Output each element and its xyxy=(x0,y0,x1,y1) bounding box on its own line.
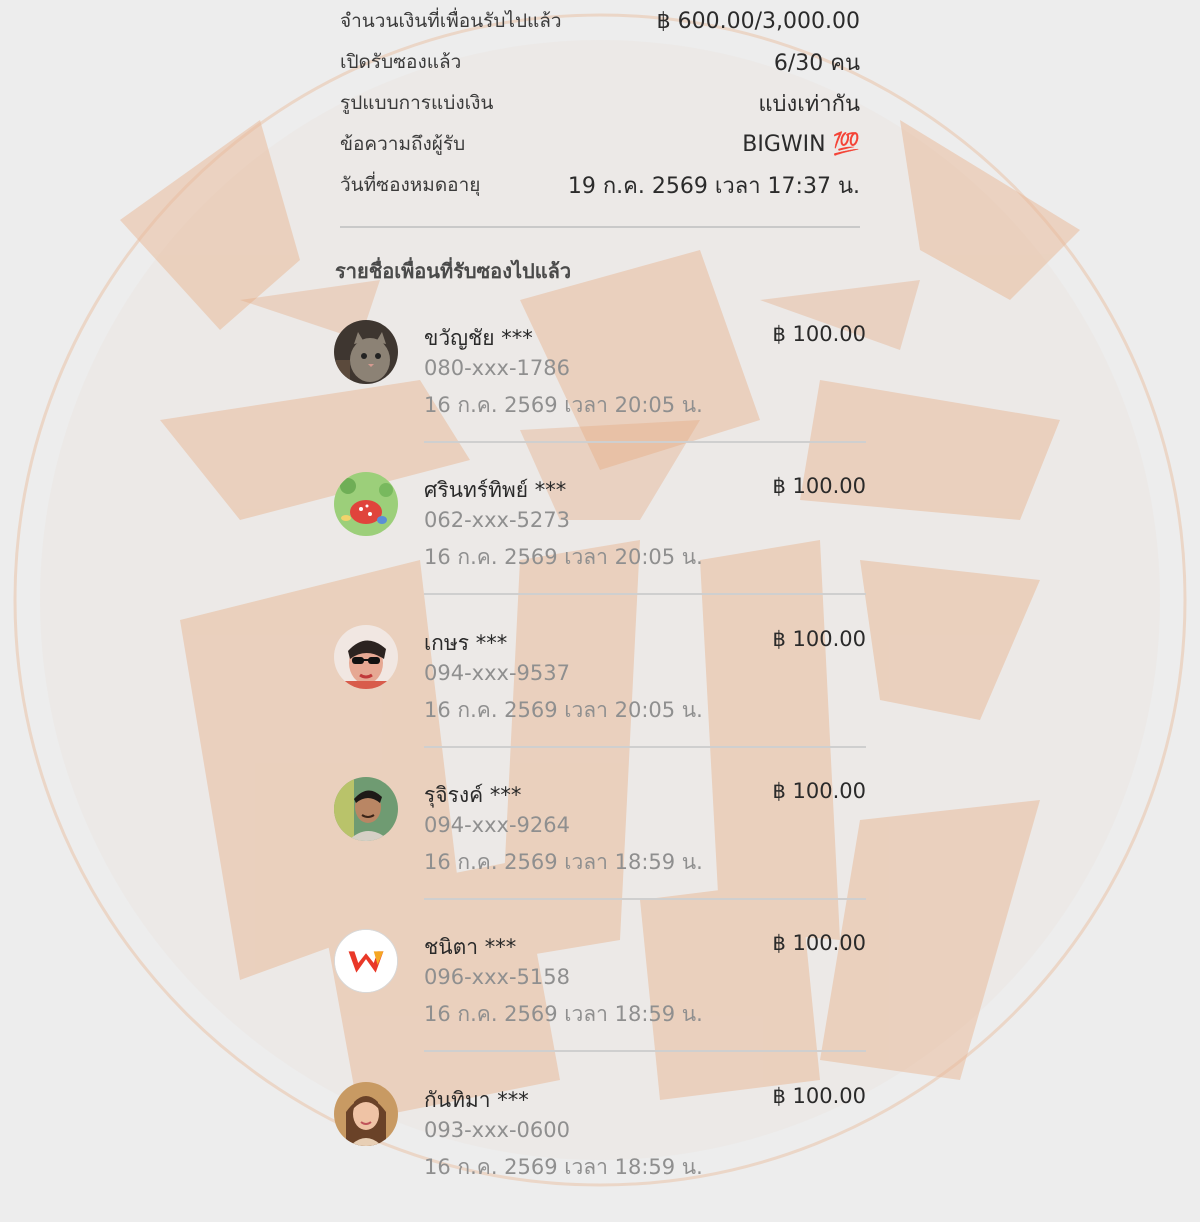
cartoon-garden-icon xyxy=(334,472,398,536)
recipient-name: ชนิตา *** xyxy=(424,935,517,959)
row-divider xyxy=(424,746,866,748)
row-divider xyxy=(424,441,866,443)
recipient-phone: 094-xxx-9264 xyxy=(424,813,570,837)
recipient-time: 16 ก.ค. 2569 เวลา 20:05 น. xyxy=(424,698,703,722)
summary-label: ข้อความถึงผู้รับ xyxy=(340,133,466,155)
summary-value: 6/30 คน xyxy=(773,50,860,76)
recipient-phone: 080-xxx-1786 xyxy=(424,356,570,380)
recipient-time: 16 ก.ค. 2569 เวลา 18:59 น. xyxy=(424,1002,703,1026)
row-divider xyxy=(424,1050,866,1052)
recipient-time: 16 ก.ค. 2569 เวลา 20:05 น. xyxy=(424,545,703,569)
row-divider xyxy=(424,593,866,595)
row-divider xyxy=(424,898,866,900)
avatar xyxy=(334,472,398,536)
recipient-name: รุจิรงค์ *** xyxy=(424,783,522,807)
recipient-item[interactable]: ศรินทร์ทิพย์ *** 062-xxx-5273 16 ก.ค. 25… xyxy=(334,472,866,612)
recipient-item[interactable]: รุจิรงค์ *** 094-xxx-9264 16 ก.ค. 2569 เ… xyxy=(334,777,866,917)
recipient-amount: ฿ 100.00 xyxy=(772,474,866,498)
summary-row-opened-count: เปิดรับซองแล้ว 6/30 คน xyxy=(340,44,860,80)
avatar xyxy=(334,320,398,384)
summary-row-message: ข้อความถึงผู้รับ BIGWIN 💯 xyxy=(340,126,860,162)
recipient-time: 16 ก.ค. 2569 เวลา 20:05 น. xyxy=(424,393,703,417)
summary-value: ฿ 600.00/3,000.00 xyxy=(656,8,860,34)
man-portrait-icon xyxy=(334,777,398,841)
summary-row-expiry: วันที่ซองหมดอายุ 19 ก.ค. 2569 เวลา 17:37… xyxy=(340,167,860,203)
summary-label: รูปแบบการแบ่งเงิน xyxy=(340,92,494,114)
avatar xyxy=(334,777,398,841)
summary-row-amount-received: จำนวนเงินที่เพื่อนรับไปแล้ว ฿ 600.00/3,0… xyxy=(340,3,860,39)
summary-label: วันที่ซองหมดอายุ xyxy=(340,174,481,196)
recipient-item[interactable]: ขวัญชัย *** 080-xxx-1786 16 ก.ค. 2569 เว… xyxy=(334,320,866,460)
recipient-name: เกษร *** xyxy=(424,631,508,655)
section-divider xyxy=(340,226,860,228)
recipient-name: กันทิมา *** xyxy=(424,1088,529,1112)
w-logo-icon xyxy=(335,930,397,992)
summary-row-split-type: รูปแบบการแบ่งเงิน แบ่งเท่ากัน xyxy=(340,85,860,121)
recipients-section-title: รายชื่อเพื่อนที่รับซองไปแล้ว xyxy=(335,259,572,283)
recipient-amount: ฿ 100.00 xyxy=(772,779,866,803)
summary-label: เปิดรับซองแล้ว xyxy=(340,51,462,73)
recipient-amount: ฿ 100.00 xyxy=(772,1084,866,1108)
summary-label: จำนวนเงินที่เพื่อนรับไปแล้ว xyxy=(340,10,562,32)
avatar xyxy=(334,929,398,993)
recipient-amount: ฿ 100.00 xyxy=(772,627,866,651)
recipient-time: 16 ก.ค. 2569 เวลา 18:59 น. xyxy=(424,850,703,874)
recipient-item[interactable]: กันทิมา *** 093-xxx-0600 16 ก.ค. 2569 เว… xyxy=(334,1082,866,1222)
recipient-phone: 062-xxx-5273 xyxy=(424,508,570,532)
recipient-name: ขวัญชัย *** xyxy=(424,326,533,350)
recipient-item[interactable]: เกษร *** 094-xxx-9537 16 ก.ค. 2569 เวลา … xyxy=(334,625,866,765)
envelope-detail-page: จำนวนเงินที่เพื่อนรับไปแล้ว ฿ 600.00/3,0… xyxy=(0,0,1200,1200)
summary-value: แบ่งเท่ากัน xyxy=(758,91,860,117)
recipient-item[interactable]: ชนิตา *** 096-xxx-5158 16 ก.ค. 2569 เวลา… xyxy=(334,929,866,1069)
cat-photo-icon xyxy=(334,320,398,384)
recipient-amount: ฿ 100.00 xyxy=(772,931,866,955)
recipient-phone: 096-xxx-5158 xyxy=(424,965,570,989)
recipient-phone: 093-xxx-0600 xyxy=(424,1118,570,1142)
avatar xyxy=(334,1082,398,1146)
recipient-phone: 094-xxx-9537 xyxy=(424,661,570,685)
recipient-name: ศรินทร์ทิพย์ *** xyxy=(424,478,567,502)
summary-value: 19 ก.ค. 2569 เวลา 17:37 น. xyxy=(567,173,860,199)
avatar xyxy=(334,625,398,689)
recipient-time: 16 ก.ค. 2569 เวลา 18:59 น. xyxy=(424,1155,703,1179)
summary-value: BIGWIN 💯 xyxy=(742,131,860,157)
recipient-amount: ฿ 100.00 xyxy=(772,322,866,346)
woman-portrait-icon xyxy=(334,1082,398,1146)
woman-sunglasses-icon xyxy=(334,625,398,689)
